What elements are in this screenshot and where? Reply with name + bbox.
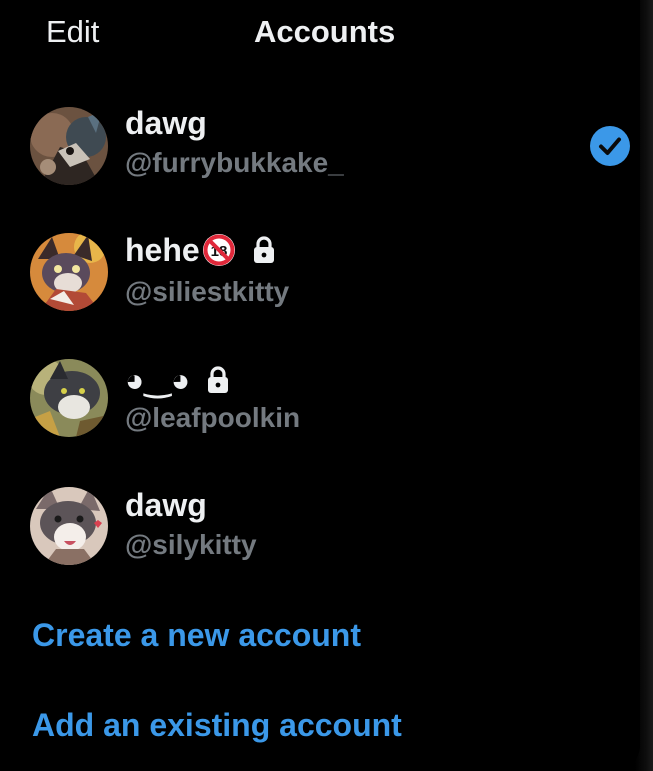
account-handle: @siliestkitty <box>125 276 290 307</box>
account-name: dawg <box>125 487 207 523</box>
account-row-furrybukkake[interactable]: dawg @furrybukkake_ <box>0 90 640 200</box>
18-prohibited-icon: 18 <box>202 234 235 266</box>
account-name-text: hehe <box>125 232 200 268</box>
sheet-header: Edit Accounts <box>0 0 640 66</box>
avatar <box>30 487 108 565</box>
create-account-link[interactable]: Create a new account <box>32 616 361 654</box>
account-name: dawg <box>125 105 207 141</box>
account-name-text: dawg <box>125 105 207 141</box>
avatar <box>30 359 108 437</box>
avatar <box>30 233 108 311</box>
account-name: ◕‿◕ <box>125 362 230 398</box>
edit-button[interactable]: Edit <box>46 14 99 50</box>
account-handle: @furrybukkake_ <box>125 147 344 178</box>
account-name: hehe 18 <box>125 232 276 268</box>
account-row-leafpoolkin[interactable]: ◕‿◕ @leafpoolkin <box>0 342 640 452</box>
selected-check-icon <box>590 126 630 166</box>
accounts-screen: Edit Accounts dawg @furrybukkake_ hehe @… <box>0 0 653 771</box>
account-name-text: ◕‿◕ <box>125 362 191 398</box>
account-handle: @leafpoolkin <box>125 402 301 433</box>
lock-icon <box>253 236 274 263</box>
lock-icon <box>208 366 229 393</box>
accounts-sheet: Edit Accounts dawg @furrybukkake_ hehe @… <box>0 0 640 771</box>
account-name-text: dawg <box>125 487 207 523</box>
page-title: Accounts <box>254 14 396 49</box>
add-existing-account-link[interactable]: Add an existing account <box>32 706 402 744</box>
account-handle: @silykitty <box>125 529 257 560</box>
account-row-siliestkitty[interactable]: hehe 18 @siliestkitty <box>0 216 640 326</box>
avatar <box>30 107 108 185</box>
account-row-silykitty[interactable]: dawg @silykitty <box>0 470 640 580</box>
